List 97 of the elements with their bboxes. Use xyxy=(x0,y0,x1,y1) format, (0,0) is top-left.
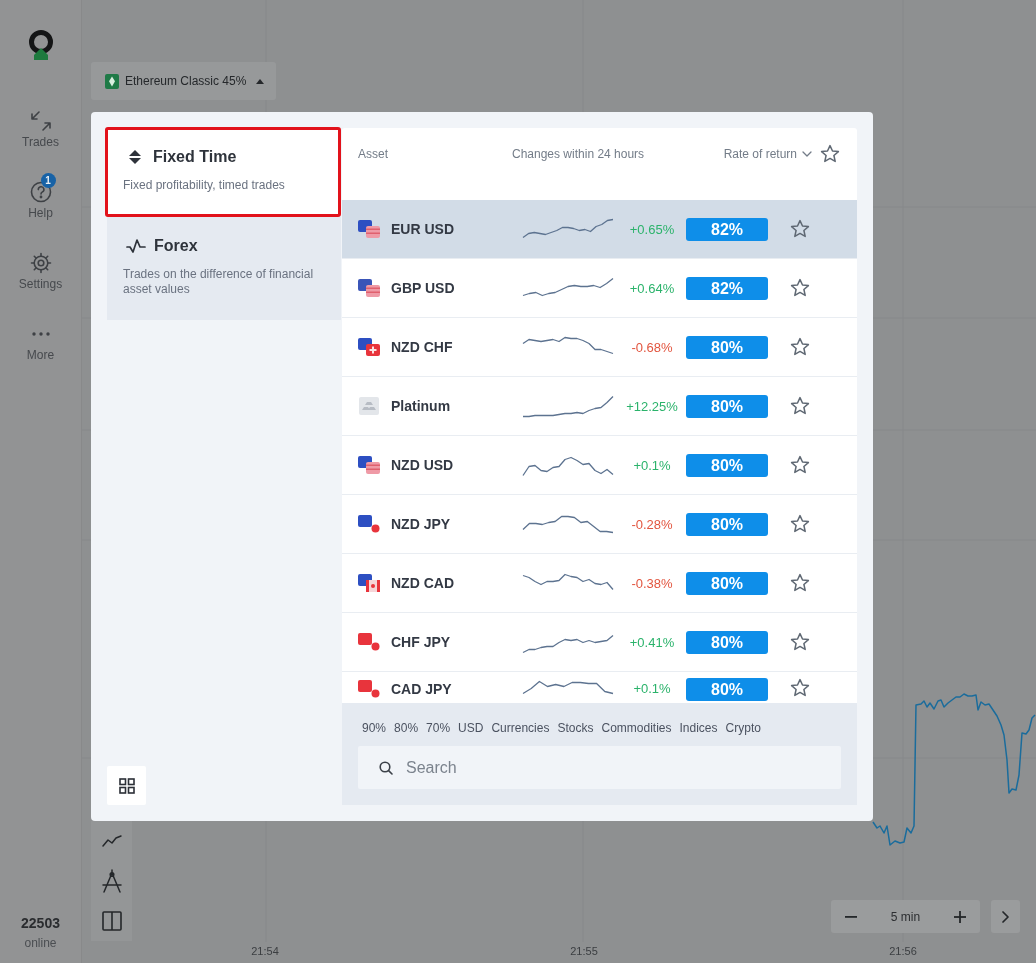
change-text: +0.1% xyxy=(633,457,671,473)
filter-option[interactable]: 70% xyxy=(426,721,451,735)
change-text: +0.41% xyxy=(629,634,675,650)
pulse-icon xyxy=(126,238,146,254)
filter-option[interactable]: USD xyxy=(458,721,484,735)
flag-pair-icon xyxy=(358,279,380,297)
gear-icon xyxy=(29,252,52,274)
diagonal-arrows-icon xyxy=(29,110,52,132)
asset-row[interactable]: Platinum +12.25% 80% xyxy=(342,377,857,436)
column-header: Asset xyxy=(358,147,389,161)
return-rate-badge: 80% xyxy=(686,453,768,477)
notification-badge: 1 xyxy=(40,173,56,188)
return-rate-badge: 80% xyxy=(686,394,768,418)
sidebar-item[interactable]: 1 Help xyxy=(8,173,73,220)
grid-icon xyxy=(118,777,135,794)
time-label: 21:54 xyxy=(251,945,279,958)
chevron-right-icon xyxy=(1002,910,1009,923)
return-rate-badge: 80% xyxy=(686,571,768,595)
search-field[interactable]: Search xyxy=(358,746,841,789)
return-rate-badge: 80% xyxy=(686,512,768,536)
return-rate-badge: 80% xyxy=(686,630,768,654)
flag-pair-icon xyxy=(358,456,380,474)
filter-option[interactable]: Currencies xyxy=(491,721,550,735)
online-count: 22503 xyxy=(21,915,60,931)
filter-option[interactable]: 80% xyxy=(394,721,419,735)
chevron-down-icon xyxy=(802,151,812,157)
time-label: 21:56 xyxy=(889,945,917,958)
star-icon[interactable] xyxy=(790,396,810,416)
star-icon[interactable] xyxy=(790,219,810,239)
interval-label: 5 min xyxy=(889,909,922,924)
star-icon[interactable] xyxy=(790,455,810,475)
dots-icon xyxy=(31,332,50,336)
filter-option[interactable]: 90% xyxy=(362,721,387,735)
flag-pair-icon xyxy=(358,515,380,533)
change-text: -0.68% xyxy=(631,339,673,355)
filter-option[interactable]: Crypto xyxy=(725,721,761,735)
asset-name: NZD CAD xyxy=(390,575,454,591)
change-text: +12.25% xyxy=(626,398,678,414)
asset-name: NZD CHF xyxy=(390,339,453,355)
ingot-icon xyxy=(358,397,380,415)
asset-row[interactable]: CHF JPY +0.41% 80% xyxy=(342,613,857,672)
filter-option[interactable]: Commodities xyxy=(601,721,672,735)
asset-name: GBP USD xyxy=(390,280,455,296)
return-rate-badge: 82% xyxy=(686,276,768,300)
star-icon[interactable] xyxy=(790,278,810,298)
plus-icon xyxy=(954,910,966,923)
filter-option[interactable]: Stocks xyxy=(557,721,594,735)
column-header: Changes within 24 hours xyxy=(512,147,645,161)
star-icon[interactable] xyxy=(820,144,840,164)
return-rate-badge: 80% xyxy=(686,335,768,359)
asset-row[interactable]: CAD JPY +0.1% 80% xyxy=(342,672,857,703)
grid-view-button[interactable] xyxy=(107,766,146,805)
next-button[interactable] xyxy=(991,900,1020,933)
asset-name: NZD JPY xyxy=(390,516,451,532)
up-down-arrows-icon xyxy=(129,150,141,164)
asset-name: Platinum xyxy=(390,398,451,414)
asset-name: CHF JPY xyxy=(390,634,451,650)
change-text: +0.1% xyxy=(633,681,671,696)
star-icon[interactable] xyxy=(790,514,810,534)
layout-button[interactable] xyxy=(91,901,132,941)
asset-row[interactable]: EUR USD +0.65% 82% xyxy=(342,200,857,259)
asset-row[interactable]: NZD CHF -0.68% 80% xyxy=(342,318,857,377)
compass-icon xyxy=(101,869,122,893)
star-icon[interactable] xyxy=(790,337,810,357)
change-text: -0.28% xyxy=(631,516,673,532)
asset-name: NZD USD xyxy=(390,457,454,473)
asset-name: CAD JPY xyxy=(390,681,452,697)
flag-pair-icon xyxy=(358,338,380,356)
asset-row[interactable]: NZD USD +0.1% 80% xyxy=(342,436,857,495)
split-panel-icon xyxy=(101,911,122,931)
flag-pair-icon xyxy=(358,680,380,698)
asset-row[interactable]: GBP USD +0.64% 82% xyxy=(342,259,857,318)
filter-option[interactable]: Indices xyxy=(679,721,718,735)
sort-button[interactable]: Rate of return xyxy=(723,147,812,161)
online-label: online xyxy=(24,936,57,950)
star-icon[interactable] xyxy=(790,632,810,652)
asset-name: EUR USD xyxy=(390,221,454,237)
mode-tab[interactable]: Forex Trades on the difference of financial asset values xyxy=(107,217,341,320)
return-rate-badge: 82% xyxy=(686,217,768,241)
star-icon[interactable] xyxy=(790,573,810,593)
star-icon[interactable] xyxy=(790,678,810,698)
asset-row[interactable]: NZD CAD -0.38% 80% xyxy=(342,554,857,613)
flag-pair-icon xyxy=(358,220,380,238)
change-text: -0.38% xyxy=(631,575,673,591)
flag-pair-icon xyxy=(358,574,380,592)
mode-tab[interactable]: Fixed Time Fixed profitability, timed trades xyxy=(105,127,341,217)
line-chart-icon xyxy=(101,835,122,847)
flag-pair-icon xyxy=(358,633,380,651)
minus-icon xyxy=(845,915,857,918)
change-text: +0.65% xyxy=(629,221,675,237)
logo-icon[interactable] xyxy=(26,30,55,60)
asset-row[interactable]: NZD JPY -0.28% 80% xyxy=(342,495,857,554)
return-rate-badge: 80% xyxy=(686,678,768,701)
time-label: 21:55 xyxy=(570,945,598,958)
change-text: +0.64% xyxy=(629,280,675,296)
search-icon xyxy=(379,761,393,775)
asset-selector-button[interactable]: Ethereum Classic 45% xyxy=(91,62,277,100)
